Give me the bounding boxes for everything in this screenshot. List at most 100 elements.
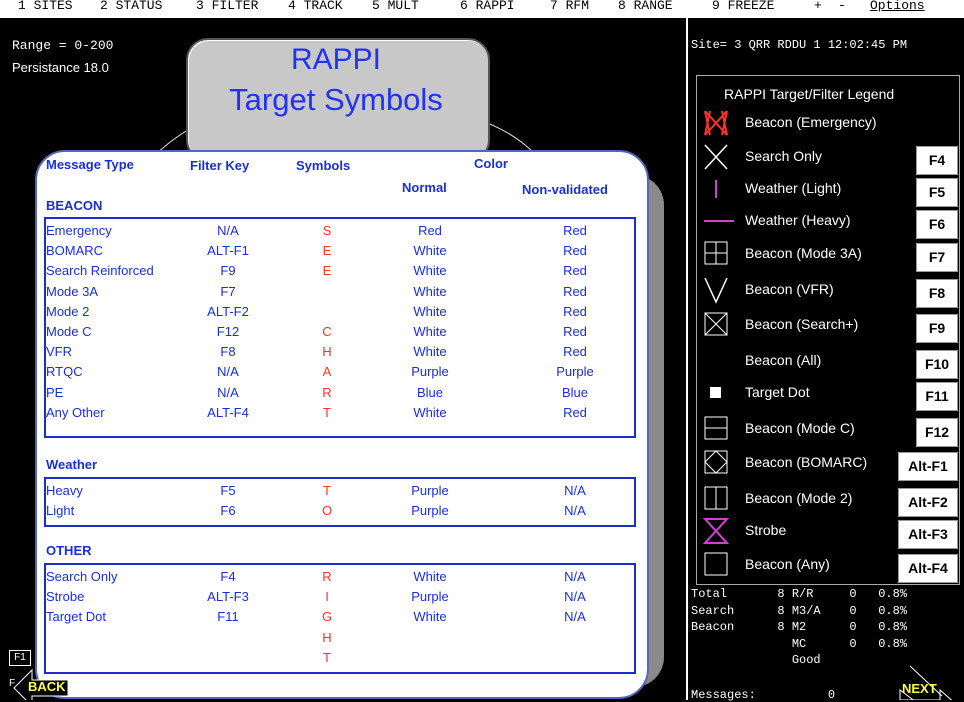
strobe-icon xyxy=(702,518,730,544)
cell-message-type: Strobe xyxy=(46,589,85,605)
cell-filter-key: N/A xyxy=(217,384,239,400)
cell-symbol: H xyxy=(322,629,332,645)
cell-color-normal: White xyxy=(413,243,447,259)
cell-message-type: Light xyxy=(46,503,75,519)
cell-filter-key: ALT-F1 xyxy=(207,243,249,259)
any-beacon-icon xyxy=(704,552,728,576)
next-button[interactable]: NEXT xyxy=(902,681,937,696)
weather-light-icon xyxy=(715,180,717,198)
range-readout: Range = 0-200 xyxy=(12,38,114,53)
legend-key-button[interactable]: F8 xyxy=(916,279,958,308)
cell-color-nonvalidated: Red xyxy=(563,223,587,238)
cell-color-normal: Purple xyxy=(411,503,449,519)
legend-label: Beacon (Mode C) xyxy=(745,420,855,436)
cell-color-normal: Purple xyxy=(411,589,449,605)
cell-color-normal: Purple xyxy=(411,483,449,498)
cell-filter-key: F11 xyxy=(217,609,239,625)
cell-symbol: I xyxy=(325,589,329,605)
menu-item-rfm[interactable]: 7 RFM xyxy=(550,0,589,15)
search-plus-icon xyxy=(704,312,728,336)
menu-item-sites[interactable]: 1 SITES xyxy=(18,0,73,15)
cell-symbol: G xyxy=(321,609,333,625)
legend-key-button[interactable]: Alt-F2 xyxy=(898,488,958,517)
menu-item-track[interactable]: 4 TRACK xyxy=(288,0,343,15)
legend-label: Target Dot xyxy=(745,384,810,400)
menu-item-freeze[interactable]: 9 FREEZE xyxy=(712,0,774,15)
cell-message-type: Mode C xyxy=(46,324,92,339)
title-line2: Target Symbols xyxy=(229,82,443,117)
legend-key-button[interactable]: Alt-F1 xyxy=(898,452,958,481)
legend-label: Search Only xyxy=(745,148,823,164)
cell-color-normal: White xyxy=(413,569,447,584)
cell-message-type: Emergency xyxy=(46,223,112,238)
legend-key-button[interactable]: F6 xyxy=(916,210,958,239)
header-filter-key: Filter Key xyxy=(190,158,250,173)
cell-symbol: S xyxy=(322,223,332,238)
cell-color-normal: White xyxy=(413,283,447,299)
menu-item-options[interactable]: Options xyxy=(870,0,925,15)
legend-key-button[interactable]: Alt-F4 xyxy=(898,554,958,583)
legend-label: Beacon (Emergency) xyxy=(745,114,877,130)
cell-message-type: PE xyxy=(46,384,64,400)
stats-row: Beacon 8 M2 0 0.8% xyxy=(691,620,908,634)
vfr-icon xyxy=(704,277,728,304)
cell-message-type: Mode 3A xyxy=(46,283,99,299)
legend-key-button[interactable]: F9 xyxy=(916,314,958,343)
legend-label: Weather (Heavy) xyxy=(745,212,851,228)
header-color: Color xyxy=(474,156,508,171)
legend-label: Beacon (Mode 2) xyxy=(745,490,853,506)
right-divider xyxy=(686,18,688,700)
stats-row: Good xyxy=(691,653,821,667)
group-header-weather: Weather xyxy=(46,457,98,472)
cell-filter-key: F6 xyxy=(220,503,236,519)
cell-color-nonvalidated: Purple xyxy=(556,364,594,380)
cell-color-normal: Purple xyxy=(411,364,449,380)
cell-filter-key: F12 xyxy=(216,324,240,339)
menu-item-mult[interactable]: 5 MULT xyxy=(372,0,419,15)
menu-item-filter[interactable]: 3 FILTER xyxy=(196,0,258,15)
cell-symbol: R xyxy=(322,384,332,400)
cell-filter-key: ALT-F2 xyxy=(207,303,249,319)
cell-filter-key: N/A xyxy=(217,364,239,380)
legend-key-button[interactable]: F5 xyxy=(916,178,958,207)
back-button[interactable]: BACK xyxy=(28,679,66,694)
cell-color-nonvalidated: Red xyxy=(563,404,587,420)
legend-key-button[interactable]: F12 xyxy=(916,418,958,447)
legend-key-button[interactable]: F7 xyxy=(916,243,958,272)
cell-filter-key: F5 xyxy=(220,483,236,498)
cell-symbol: E xyxy=(322,243,332,259)
cell-symbol: E xyxy=(322,263,332,279)
cell-color-normal: White xyxy=(413,344,447,360)
menu-item-plus[interactable]: + xyxy=(814,0,822,15)
title-line1: RAPPI xyxy=(290,43,382,76)
legend-label: Beacon (Search+) xyxy=(745,316,859,332)
legend-label: Weather (Light) xyxy=(745,180,842,196)
cell-filter-key: F4 xyxy=(220,569,236,584)
menu-item-status[interactable]: 2 STATUS xyxy=(100,0,162,15)
cell-symbol: A xyxy=(322,364,332,380)
legend-key-button[interactable]: F4 xyxy=(916,146,958,175)
cell-color-normal: White xyxy=(413,303,447,319)
cell-color-normal: White xyxy=(413,263,447,279)
weather-heavy-icon xyxy=(704,220,734,222)
cell-color-nonvalidated: Red xyxy=(563,263,587,279)
cell-filter-key: F9 xyxy=(220,263,236,279)
cell-color-nonvalidated: Red xyxy=(563,283,587,299)
legend-key-button[interactable]: F10 xyxy=(916,350,958,379)
menu-item-range[interactable]: 8 RANGE xyxy=(618,0,673,15)
legend-label: Strobe xyxy=(745,522,787,538)
legend-key-button[interactable]: Alt-F3 xyxy=(898,520,958,549)
cell-filter-key: ALT-F3 xyxy=(207,589,249,605)
menu-item-rappi[interactable]: 6 RAPPI xyxy=(460,0,515,15)
legend-label: Beacon (VFR) xyxy=(745,281,834,297)
menu-item-minus[interactable]: - xyxy=(838,0,846,15)
site-status-line: Site= 3 QRR RDDU 1 12:02:45 PM xyxy=(688,38,964,58)
legend-key-button[interactable]: F11 xyxy=(916,382,958,411)
cell-message-type: Search Only xyxy=(46,569,118,584)
search-only-icon xyxy=(704,144,728,170)
cell-color-nonvalidated: N/A xyxy=(564,569,586,584)
cell-color-nonvalidated: Blue xyxy=(561,384,589,400)
header-message-type: Message Type xyxy=(46,157,134,172)
emergency-beacon-icon xyxy=(704,110,728,136)
cell-symbol: R xyxy=(322,569,332,584)
